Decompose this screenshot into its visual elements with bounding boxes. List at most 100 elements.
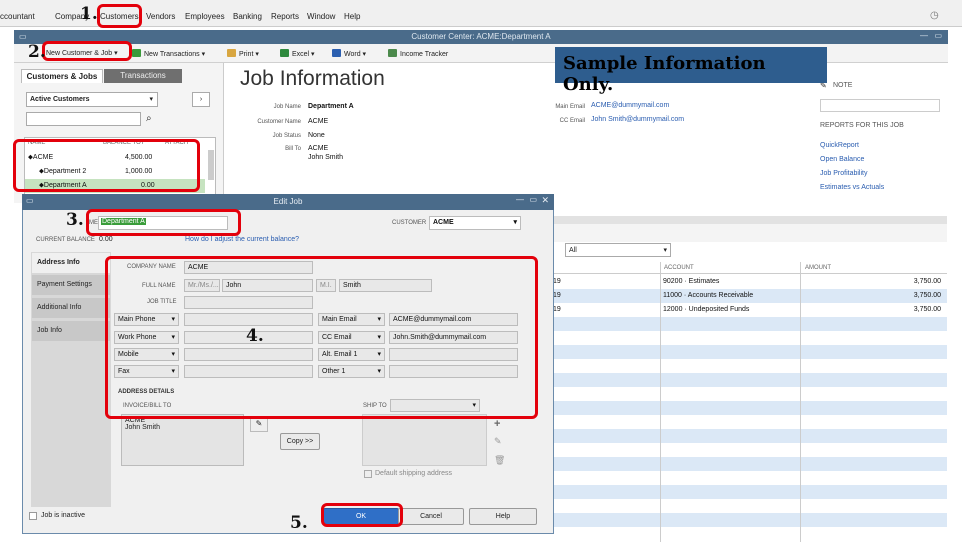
txn-num: 19 [553,292,561,299]
printer-icon [227,49,236,57]
minimize-icon[interactable]: — [920,31,928,40]
window-title: Customer Center: ACME:Department A [411,32,551,41]
ship-to-address-box[interactable] [362,414,487,466]
transactions-header: ACCOUNT AMOUNT [547,262,947,274]
income-tracker-label: Income Tracker [400,51,449,58]
tab-additional-info[interactable]: Additional Info [32,298,110,318]
column-divider [800,262,801,542]
transactions-filter-bar [547,224,947,242]
job-inactive-checkbox[interactable] [29,512,37,520]
main-email-link[interactable]: ACME@dummymail.com [591,102,669,109]
help-button[interactable]: Help [469,508,537,525]
search-input[interactable] [26,112,141,126]
report-link-quickreport[interactable]: QuickReport [820,142,859,149]
chevron-down-icon: ▾ [149,96,153,103]
callout-box-ok [321,503,403,527]
txn-account: 11000 · Accounts Receivable [663,292,754,299]
callout-box-job-name [86,209,241,236]
income-tracker-button[interactable]: Income Tracker [388,49,448,58]
report-link-job-profitability[interactable]: Job Profitability [820,170,867,177]
edit-address-icon[interactable]: ✎ [250,418,268,432]
table-row [547,373,947,387]
menu-help[interactable]: Help [344,12,360,21]
job-inactive-label: Job is inactive [41,512,85,519]
report-link-estimates-vs-actuals[interactable]: Estimates vs Actuals [820,184,884,191]
menu-accountant[interactable]: ccountant [0,12,35,21]
clock-icon[interactable]: ◷ [930,10,939,21]
column-divider [660,262,661,542]
add-address-icon[interactable]: + [494,418,500,430]
table-row [547,457,947,471]
menu-bar: ccountant Company Customers Vendors Empl… [0,0,962,27]
transactions-divider [547,216,947,224]
cc-email-link[interactable]: John Smith@dummymail.com [591,116,684,123]
edit-ship-address-icon[interactable]: ✎ [494,436,502,447]
txn-num: 19 [553,278,561,285]
txn-amount: 3,750.00 [913,306,941,313]
default-shipping-checkbox[interactable] [364,470,372,478]
excel-button[interactable]: Excel ▾ [280,49,315,58]
tab-address-info[interactable]: Address Info [32,253,110,273]
tab-job-info[interactable]: Job Info [32,321,110,341]
customer-name-label: Customer Name [257,119,301,125]
table-row [547,485,947,499]
txn-account: 12000 · Undeposited Funds [663,306,750,313]
active-customers-select[interactable]: Active Customers ▾ [26,92,158,107]
tab-payment-settings[interactable]: Payment Settings [32,275,110,295]
new-transactions-button[interactable]: New Transactions ▾ [132,49,205,58]
col-account: ACCOUNT [664,265,694,271]
callout-number-4: 4. [246,326,264,346]
tab-transactions[interactable]: Transactions [104,69,182,83]
search-icon[interactable]: ⌕ [146,113,152,124]
menu-window[interactable]: Window [307,12,335,21]
tab-customers-jobs[interactable]: Customers & Jobs [21,69,103,83]
menu-banking[interactable]: Banking [233,12,262,21]
customer-select-value: ACME [433,219,454,226]
current-balance-label: CURRENT BALANCE [36,237,95,243]
date-filter-select[interactable]: All ▾ [565,243,671,257]
restore-icon[interactable]: ▭ [934,31,942,40]
adjust-balance-link[interactable]: How do I adjust the current balance? [185,236,299,243]
cc-email-label: CC Email [559,118,585,124]
note-box[interactable] [820,99,940,112]
menu-employees[interactable]: Employees [185,12,225,21]
table-row[interactable]: 19 12000 · Undeposited Funds 3,750.00 [547,303,947,317]
delete-icon[interactable]: 🗑 [494,455,505,466]
col-amount: AMOUNT [805,265,831,271]
menu-reports[interactable]: Reports [271,12,299,21]
chevron-down-icon: ▾ [663,247,667,254]
txn-num: 19 [553,306,561,313]
print-button[interactable]: Print ▾ [227,49,259,58]
table-row [547,317,947,331]
scrollbar[interactable] [208,150,214,180]
bill-to-address-box[interactable]: ACME John Smith [121,414,244,466]
table-row[interactable]: 19 11000 · Accounts Receivable 3,750.00 [547,289,947,303]
expand-arrow-button[interactable]: › [192,92,210,107]
default-shipping-label: Default shipping address [375,470,453,477]
table-row[interactable]: 19 90200 · Estimates 3,750.00 [547,275,947,289]
transactions-icon [132,49,141,57]
word-button[interactable]: Word ▾ [332,49,366,58]
close-icon[interactable]: ✕ [541,195,549,206]
table-row [547,513,947,527]
customer-name-value: ACME [308,118,329,125]
menu-vendors[interactable]: Vendors [146,12,175,21]
copy-address-button[interactable]: Copy >> [280,433,320,450]
income-tracker-icon [388,49,397,57]
txn-amount: 3,750.00 [913,278,941,285]
job-status-value: None [308,132,325,139]
print-label: Print ▾ [239,51,259,58]
bill-address-line2: John Smith [125,424,161,431]
maximize-icon[interactable]: ▭ [529,195,537,204]
customer-field-label: CUSTOMER [392,220,427,226]
page-title: Job Information [240,67,385,90]
reports-header: REPORTS FOR THIS JOB [820,122,904,129]
customer-select[interactable]: ACME [429,216,521,230]
bill-to-label: Bill To [285,146,301,152]
report-link-open-balance[interactable]: Open Balance [820,156,864,163]
minimize-icon[interactable]: — [516,195,524,204]
cancel-button[interactable]: Cancel [398,508,464,525]
bill-to-line1: ACME [308,145,329,152]
table-row [547,345,947,359]
job-name-label: Job Name [273,104,301,110]
